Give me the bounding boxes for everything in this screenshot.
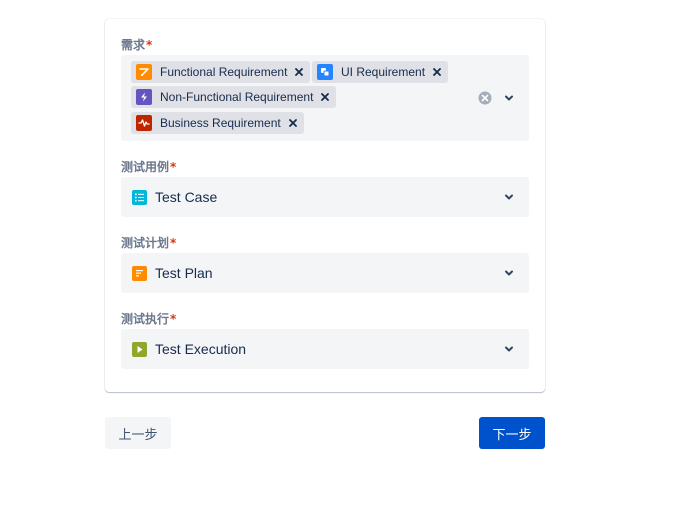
test-plan-label: 测试计划* — [121, 236, 177, 250]
pulse-icon — [136, 115, 152, 131]
test-execution-value: Test Execution — [132, 341, 246, 357]
requirements-multiselect[interactable]: Functional Requirement UI Requirement No… — [121, 55, 529, 141]
remove-tag-icon[interactable] — [432, 67, 442, 77]
chevron-down-icon[interactable] — [503, 92, 515, 104]
required-mark: * — [170, 160, 177, 174]
test-plan-icon — [132, 265, 147, 281]
remove-tag-icon[interactable] — [294, 67, 304, 77]
chevron-down-icon[interactable] — [503, 191, 515, 203]
required-mark: * — [170, 236, 177, 250]
next-step-button[interactable]: 下一步 — [479, 417, 545, 449]
test-plan-value: Test Plan — [132, 265, 213, 281]
test-plan-select[interactable]: Test Plan — [121, 253, 529, 293]
functional-requirement-icon — [136, 64, 152, 80]
test-case-select[interactable]: Test Case — [121, 177, 529, 217]
tag-non-functional-requirement: Non-Functional Requirement — [131, 86, 337, 108]
test-execution-select[interactable]: Test Execution — [121, 329, 529, 369]
test-case-label: 测试用例* — [121, 160, 177, 174]
chevron-down-icon[interactable] — [503, 267, 515, 279]
test-execution-label: 测试执行* — [121, 312, 177, 326]
tag-ui-requirement: UI Requirement — [312, 61, 449, 83]
test-execution-icon — [132, 341, 147, 357]
required-mark: * — [146, 38, 153, 52]
lightning-icon — [136, 89, 152, 105]
tag-business-requirement: Business Requirement — [131, 112, 304, 134]
chevron-down-icon[interactable] — [503, 343, 515, 355]
tag-functional-requirement: Functional Requirement — [131, 61, 311, 83]
test-case-value: Test Case — [132, 189, 217, 205]
remove-tag-icon[interactable] — [320, 92, 330, 102]
requirements-label: 需求* — [121, 38, 153, 52]
requirements-form-card: 需求* Functional Requirement UI Requiremen… — [105, 19, 545, 392]
previous-step-button[interactable]: 上一步 — [105, 417, 171, 449]
ui-requirement-icon — [317, 64, 333, 80]
test-case-icon — [132, 189, 147, 205]
required-mark: * — [170, 312, 177, 326]
remove-tag-icon[interactable] — [288, 118, 298, 128]
clear-selection-icon[interactable] — [478, 91, 492, 105]
